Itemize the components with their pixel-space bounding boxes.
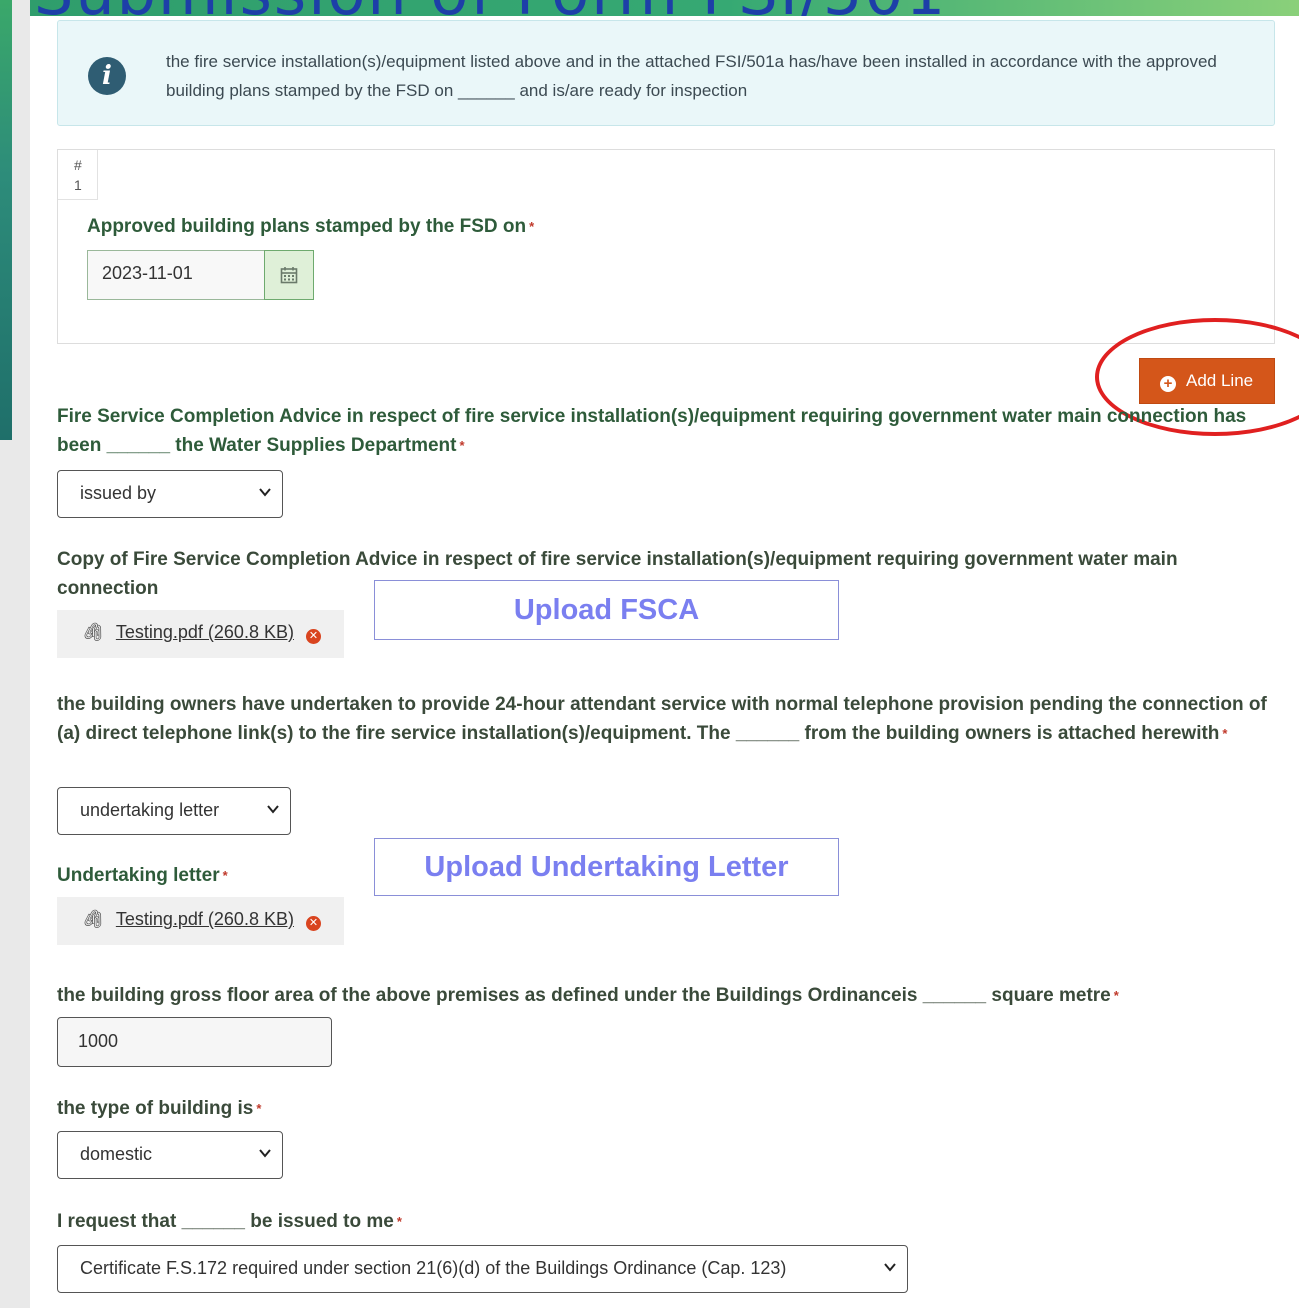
- date-field-label: Approved building plans stamped by the F…: [87, 213, 534, 241]
- upload-fsca-callout: Upload FSCA: [374, 580, 839, 640]
- remove-file-icon[interactable]: ✕: [305, 916, 321, 931]
- chevron-down-icon: [884, 1263, 896, 1272]
- plus-circle-icon: +: [1160, 376, 1176, 392]
- request-select[interactable]: Certificate F.S.172 required under secti…: [57, 1245, 908, 1293]
- building-type-select-value: domestic: [80, 1144, 153, 1164]
- page-title: Submission of Form FSI/501: [34, 0, 947, 16]
- line-item-block: # 1 Approved building plans stamped by t…: [57, 149, 1275, 344]
- required-marker: *: [396, 1214, 402, 1229]
- remove-file-icon[interactable]: ✕: [305, 629, 321, 644]
- paperclip-icon: 🖇︎: [81, 622, 104, 642]
- add-line-button[interactable]: + Add Line: [1139, 358, 1275, 404]
- required-marker: *: [1222, 726, 1228, 741]
- chevron-down-icon: [267, 805, 279, 814]
- request-question: I request that ______ be issued to me *: [57, 1207, 1282, 1236]
- chevron-down-icon: [259, 1149, 271, 1158]
- page-gutter: [12, 0, 30, 1308]
- info-alert-text: the fire service installation(s)/equipme…: [166, 52, 1217, 100]
- required-marker: *: [222, 868, 228, 883]
- left-gutter: [0, 440, 12, 1308]
- chevron-down-icon: [259, 488, 271, 497]
- required-marker: *: [1113, 988, 1119, 1003]
- gfa-question-text: the building gross floor area of the abo…: [57, 985, 1111, 1006]
- fsca-file-link[interactable]: Testing.pdf (260.8 KB): [116, 622, 294, 642]
- building-type-select[interactable]: domestic: [57, 1131, 283, 1179]
- left-decor-strip: [0, 0, 12, 440]
- info-alert: i the fire service installation(s)/equip…: [57, 20, 1275, 126]
- required-marker: *: [459, 438, 465, 453]
- undertaking-label-text: Undertaking letter: [57, 865, 220, 886]
- line-hash: #: [74, 157, 82, 173]
- required-marker: *: [256, 1101, 262, 1116]
- attendant-question-text: the building owners have undertaken to p…: [57, 694, 1267, 744]
- fsca-file-chip: 🖇︎ Testing.pdf (260.8 KB) ✕: [57, 610, 344, 658]
- water-question-text: Fire Service Completion Advice in respec…: [57, 406, 1247, 456]
- line-number: 1: [74, 177, 82, 193]
- building-type-question: the type of building is *: [57, 1094, 1282, 1123]
- attendant-select[interactable]: undertaking letter: [57, 787, 291, 835]
- page-header-banner: Submission of Form FSI/501: [30, 0, 1299, 16]
- request-select-value: Certificate F.S.172 required under secti…: [80, 1258, 787, 1278]
- attendant-question: the building owners have undertaken to p…: [57, 690, 1282, 748]
- water-select[interactable]: issued by: [57, 470, 283, 518]
- date-label-text: Approved building plans stamped by the F…: [87, 216, 527, 237]
- gfa-input[interactable]: 1000: [57, 1017, 332, 1067]
- paperclip-icon: 🖇︎: [81, 909, 104, 929]
- building-type-question-text: the type of building is: [57, 1098, 254, 1119]
- undertaking-file-chip: 🖇︎ Testing.pdf (260.8 KB) ✕: [57, 897, 344, 945]
- gfa-question: the building gross floor area of the abo…: [57, 981, 1282, 1010]
- water-question: Fire Service Completion Advice in respec…: [57, 402, 1282, 460]
- water-select-value: issued by: [80, 483, 157, 503]
- undertaking-label: Undertaking letter *: [57, 861, 357, 890]
- info-icon: i: [88, 57, 126, 95]
- attendant-select-value: undertaking letter: [80, 800, 220, 820]
- line-number-cell: # 1: [58, 150, 98, 200]
- undertaking-file-link[interactable]: Testing.pdf (260.8 KB): [116, 909, 294, 929]
- upload-undertaking-callout: Upload Undertaking Letter: [374, 838, 839, 896]
- request-question-text: I request that ______ be issued to me: [57, 1211, 394, 1232]
- required-marker: *: [529, 219, 535, 234]
- calendar-icon: [280, 267, 298, 284]
- add-line-label: Add Line: [1186, 371, 1254, 390]
- approved-plans-date-input[interactable]: 2023-11-01: [87, 250, 265, 300]
- calendar-button[interactable]: [264, 250, 314, 300]
